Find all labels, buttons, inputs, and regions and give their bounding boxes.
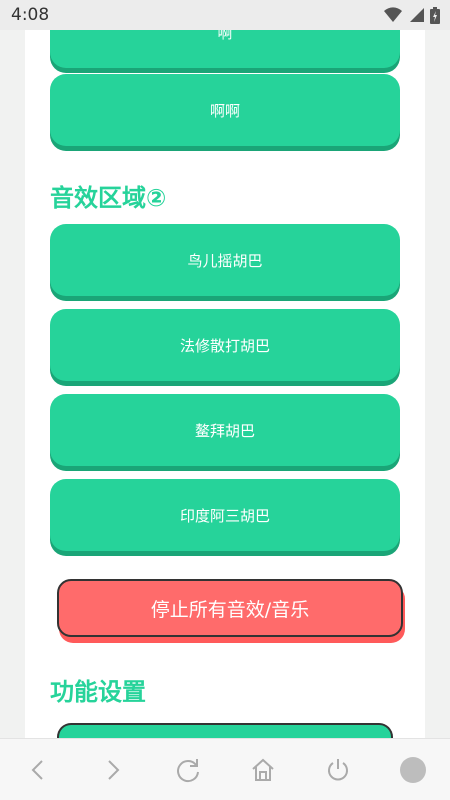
reload-button[interactable] xyxy=(168,750,208,790)
status-time: 4:08 xyxy=(11,5,50,25)
sound-button-label: 鳌拜胡巴 xyxy=(194,421,255,440)
settings-title: 功能设置 xyxy=(50,678,146,706)
sound-button-label: 啊啊 xyxy=(209,101,240,120)
back-button[interactable] xyxy=(18,750,58,790)
sound-button[interactable]: 啊 xyxy=(50,30,400,68)
status-bar: 4:08 xyxy=(0,0,450,30)
record-icon xyxy=(399,756,426,783)
forward-icon xyxy=(107,759,119,780)
home-icon xyxy=(251,758,274,781)
browser-navbar xyxy=(0,738,450,800)
sound-button[interactable]: 鳌拜胡巴 xyxy=(50,394,400,466)
stop-all-label: 停止所有音效/音乐 xyxy=(150,598,310,621)
power-button[interactable] xyxy=(318,750,358,790)
settings-button[interactable] xyxy=(57,723,393,738)
sound-button-label: 法修散打胡巴 xyxy=(179,336,270,355)
battery-icon xyxy=(430,6,440,24)
forward-button[interactable] xyxy=(93,750,133,790)
signal-icon xyxy=(410,8,424,22)
sound-button[interactable]: 印度阿三胡巴 xyxy=(50,479,400,551)
home-button[interactable] xyxy=(243,750,283,790)
app-page: 啊 啊啊 音效区域② 鸟儿摇胡巴 法修散打胡巴 鳌拜胡巴 印度阿三胡巴 停止所有… xyxy=(25,30,425,738)
sound-button[interactable]: 法修散打胡巴 xyxy=(50,309,400,381)
sound-button[interactable]: 啊啊 xyxy=(50,74,400,146)
record-button[interactable] xyxy=(393,750,433,790)
wifi-icon xyxy=(384,7,402,23)
status-icons xyxy=(384,6,440,24)
back-icon xyxy=(31,759,43,780)
sound-button[interactable]: 鸟儿摇胡巴 xyxy=(50,224,400,296)
stop-all-button[interactable]: 停止所有音效/音乐 xyxy=(57,579,403,637)
power-icon xyxy=(327,758,348,780)
sound-button-label: 啊 xyxy=(217,30,233,42)
reload-icon xyxy=(176,758,199,782)
sound-button-label: 鸟儿摇胡巴 xyxy=(187,251,263,270)
section-title: 音效区域② xyxy=(50,184,167,212)
sound-button-label: 印度阿三胡巴 xyxy=(179,506,270,525)
